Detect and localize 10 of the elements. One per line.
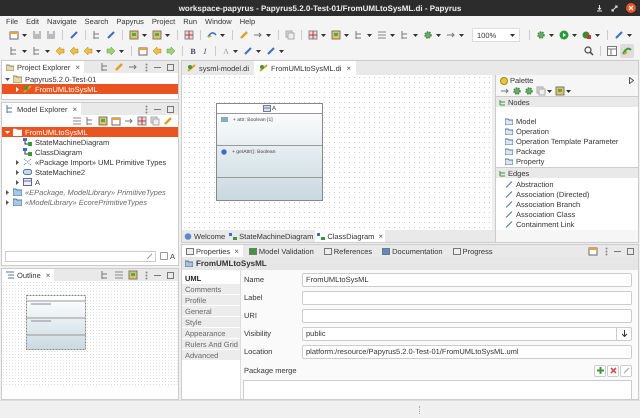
close-icon[interactable]: ×	[75, 62, 80, 72]
close-icon[interactable]: ×	[234, 246, 239, 256]
bold-button[interactable]: B	[188, 46, 198, 56]
close-icon[interactable]: ×	[378, 232, 384, 240]
close-icon[interactable]: ×	[72, 104, 78, 114]
italic-button[interactable]: I	[200, 46, 210, 56]
close-icon[interactable]: ×	[346, 64, 352, 72]
properties-header: FromUMLtoSysML	[182, 257, 638, 270]
window-title: workspace-papyrus - Papyrus5.2.0-Test-01/FromUMLtoSysML.di - Papyrus	[178, 4, 462, 12]
close-icon[interactable]: ×	[46, 270, 50, 280]
